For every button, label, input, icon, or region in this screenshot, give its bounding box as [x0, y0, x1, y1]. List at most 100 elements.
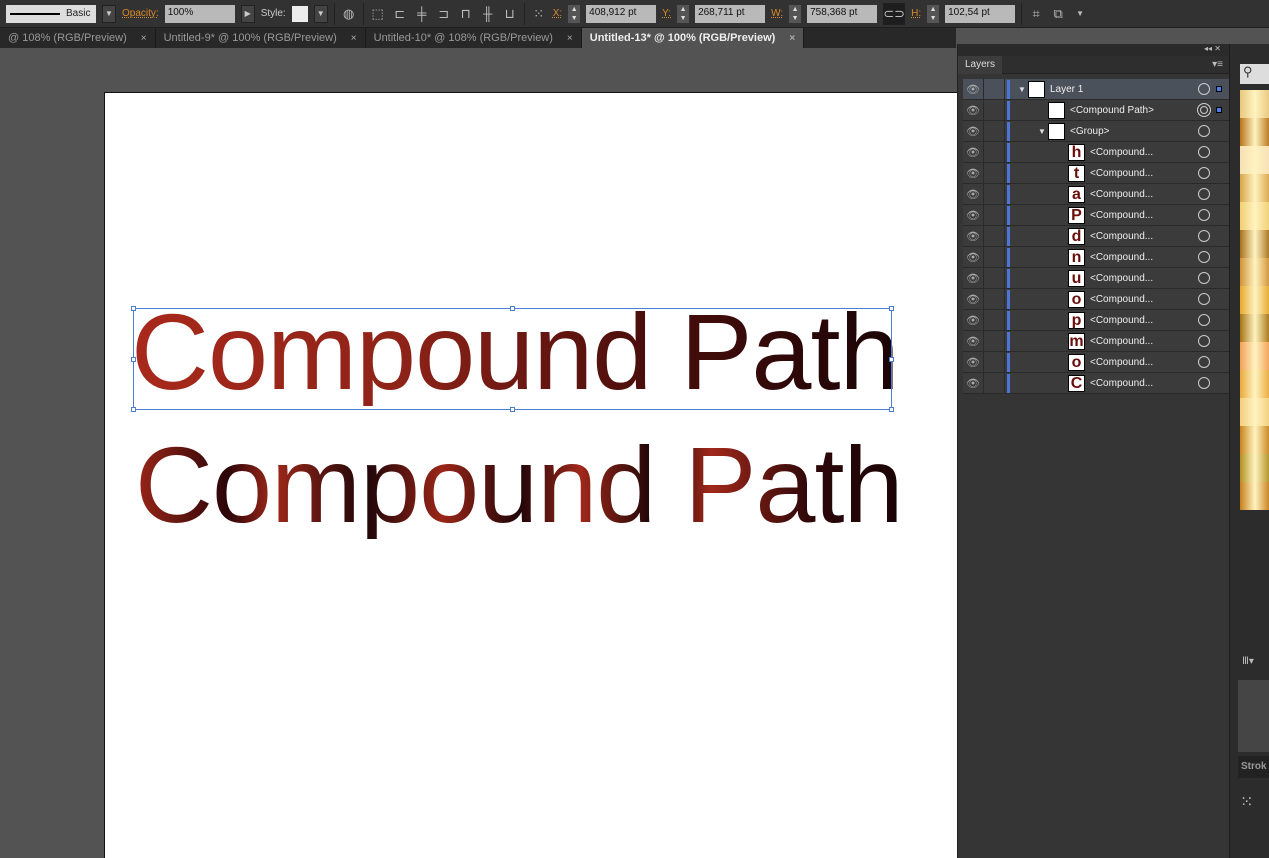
- y-field[interactable]: 268,711 pt: [695, 4, 766, 23]
- stroke-dropdown-icon[interactable]: ▼: [102, 4, 116, 23]
- target-circle-icon[interactable]: [1198, 125, 1210, 137]
- selection-bounding-box[interactable]: [131, 306, 894, 412]
- layer-row[interactable]: 👁 C <Compound...: [963, 372, 1229, 394]
- align-grid-icon[interactable]: ⁙: [1240, 792, 1253, 812]
- gradient-swatch[interactable]: [1240, 314, 1269, 342]
- tab-document-1[interactable]: @ 108% (RGB/Preview) ×: [0, 28, 156, 48]
- visibility-eye-icon[interactable]: 👁: [963, 125, 983, 138]
- selection-indicator[interactable]: [1216, 86, 1222, 92]
- target-circle-icon[interactable]: [1198, 377, 1210, 389]
- search-icon[interactable]: ⚲: [1240, 64, 1269, 84]
- tab-untitled-10[interactable]: Untitled-10* @ 108% (RGB/Preview) ×: [366, 28, 582, 48]
- gradient-swatch[interactable]: [1240, 426, 1269, 454]
- gradient-swatch[interactable]: [1240, 454, 1269, 482]
- lock-toggle[interactable]: [983, 162, 1005, 184]
- gradient-swatch[interactable]: [1240, 286, 1269, 314]
- lock-toggle[interactable]: [983, 183, 1005, 205]
- align-top-icon[interactable]: ⊓: [458, 6, 474, 22]
- gradient-swatch[interactable]: [1240, 118, 1269, 146]
- x-stepper-icon[interactable]: ▲ ▼: [568, 4, 581, 23]
- gradient-swatch[interactable]: [1240, 398, 1269, 426]
- lock-toggle[interactable]: [983, 99, 1005, 121]
- lock-toggle[interactable]: [983, 141, 1005, 163]
- h-field[interactable]: 102,54 pt: [945, 4, 1016, 23]
- align-vcenter-icon[interactable]: ╫: [480, 6, 496, 22]
- lock-toggle[interactable]: [983, 225, 1005, 247]
- resize-handle[interactable]: [131, 357, 136, 362]
- visibility-eye-icon[interactable]: 👁: [963, 335, 983, 348]
- visibility-eye-icon[interactable]: 👁: [963, 314, 983, 327]
- resize-handle[interactable]: [889, 407, 894, 412]
- resize-handle[interactable]: [510, 407, 515, 412]
- visibility-eye-icon[interactable]: 👁: [963, 209, 983, 222]
- visibility-eye-icon[interactable]: 👁: [963, 104, 983, 117]
- target-circle-icon[interactable]: [1197, 103, 1211, 117]
- artboard[interactable]: Compound Path Compound Path: [104, 92, 957, 858]
- close-icon[interactable]: ×: [789, 33, 795, 44]
- target-circle-icon[interactable]: [1198, 251, 1210, 263]
- gradient-swatch[interactable]: [1240, 342, 1269, 370]
- x-field[interactable]: 408,912 pt: [586, 4, 657, 23]
- lock-toggle[interactable]: [983, 351, 1005, 373]
- align-left-icon[interactable]: ⊏: [392, 6, 408, 22]
- gradient-swatch[interactable]: [1240, 202, 1269, 230]
- target-circle-icon[interactable]: [1198, 167, 1210, 179]
- target-circle-icon[interactable]: [1198, 83, 1210, 95]
- visibility-eye-icon[interactable]: 👁: [963, 83, 983, 96]
- visibility-eye-icon[interactable]: 👁: [963, 188, 983, 201]
- visibility-eye-icon[interactable]: 👁: [963, 230, 983, 243]
- target-circle-icon[interactable]: [1198, 209, 1210, 221]
- visibility-eye-icon[interactable]: 👁: [963, 356, 983, 369]
- visibility-eye-icon[interactable]: 👁: [963, 272, 983, 285]
- close-icon[interactable]: ×: [141, 33, 147, 44]
- target-circle-icon[interactable]: [1198, 356, 1210, 368]
- layer-row[interactable]: 👁 d <Compound...: [963, 225, 1229, 247]
- target-circle-icon[interactable]: [1198, 314, 1210, 326]
- gradient-swatch[interactable]: [1240, 146, 1269, 174]
- layer-row[interactable]: 👁 t <Compound...: [963, 162, 1229, 184]
- target-circle-icon[interactable]: [1198, 188, 1210, 200]
- w-field[interactable]: 758,368 pt: [807, 4, 878, 23]
- visibility-eye-icon[interactable]: 👁: [963, 167, 983, 180]
- visibility-eye-icon[interactable]: 👁: [963, 377, 983, 390]
- layer-row[interactable]: 👁 n <Compound...: [963, 246, 1229, 268]
- layer-row[interactable]: 👁 o <Compound...: [963, 351, 1229, 373]
- opacity-arrow-icon[interactable]: ▶: [240, 4, 255, 23]
- opacity-field[interactable]: 100%: [164, 4, 235, 23]
- layer-row[interactable]: 👁 ▼ Layer 1: [963, 78, 1229, 100]
- gradient-swatch[interactable]: [1240, 258, 1269, 286]
- target-circle-icon[interactable]: [1198, 272, 1210, 284]
- expand-triangle-icon[interactable]: ▼: [1038, 127, 1048, 136]
- tab-untitled-9[interactable]: Untitled-9* @ 100% (RGB/Preview) ×: [156, 28, 366, 48]
- align-right-icon[interactable]: ⊐: [436, 6, 452, 22]
- align-hcenter-icon[interactable]: ╪: [414, 6, 430, 22]
- lock-toggle[interactable]: [983, 330, 1005, 352]
- layer-row[interactable]: 👁 o <Compound...: [963, 288, 1229, 310]
- target-circle-icon[interactable]: [1198, 293, 1210, 305]
- isolate-icon[interactable]: ⧉: [1050, 6, 1066, 22]
- layer-row[interactable]: 👁 h <Compound...: [963, 141, 1229, 163]
- collapse-panel-icon[interactable]: ◂◂ ✕: [958, 44, 1229, 56]
- layers-tab[interactable]: Layers: [958, 55, 1003, 74]
- style-dropdown-icon[interactable]: ▼: [313, 4, 328, 23]
- lock-toggle[interactable]: [983, 120, 1005, 142]
- lock-toggle[interactable]: [983, 246, 1005, 268]
- w-stepper-icon[interactable]: ▲ ▼: [789, 4, 802, 23]
- lock-toggle[interactable]: [983, 267, 1005, 289]
- link-proportions-icon[interactable]: ⊂⊃: [883, 2, 906, 25]
- reference-point-icon[interactable]: ⁙: [531, 6, 547, 22]
- close-icon[interactable]: ×: [567, 33, 573, 44]
- transform-icon[interactable]: ⌗: [1028, 6, 1044, 22]
- resize-handle[interactable]: [889, 357, 894, 362]
- gradient-swatch[interactable]: [1240, 482, 1269, 510]
- opacity-label[interactable]: Opacity:: [122, 8, 159, 19]
- align-bottom-icon[interactable]: ⊔: [502, 6, 518, 22]
- visibility-eye-icon[interactable]: 👁: [963, 146, 983, 159]
- target-circle-icon[interactable]: [1198, 230, 1210, 242]
- target-circle-icon[interactable]: [1198, 146, 1210, 158]
- panel-menu-icon[interactable]: ▾≡: [1212, 59, 1229, 70]
- resize-handle[interactable]: [131, 306, 136, 311]
- compound-path-text-2[interactable]: Compound Path: [135, 431, 904, 539]
- gradient-swatch[interactable]: [1240, 370, 1269, 398]
- stroke-tab[interactable]: Strok: [1238, 756, 1269, 778]
